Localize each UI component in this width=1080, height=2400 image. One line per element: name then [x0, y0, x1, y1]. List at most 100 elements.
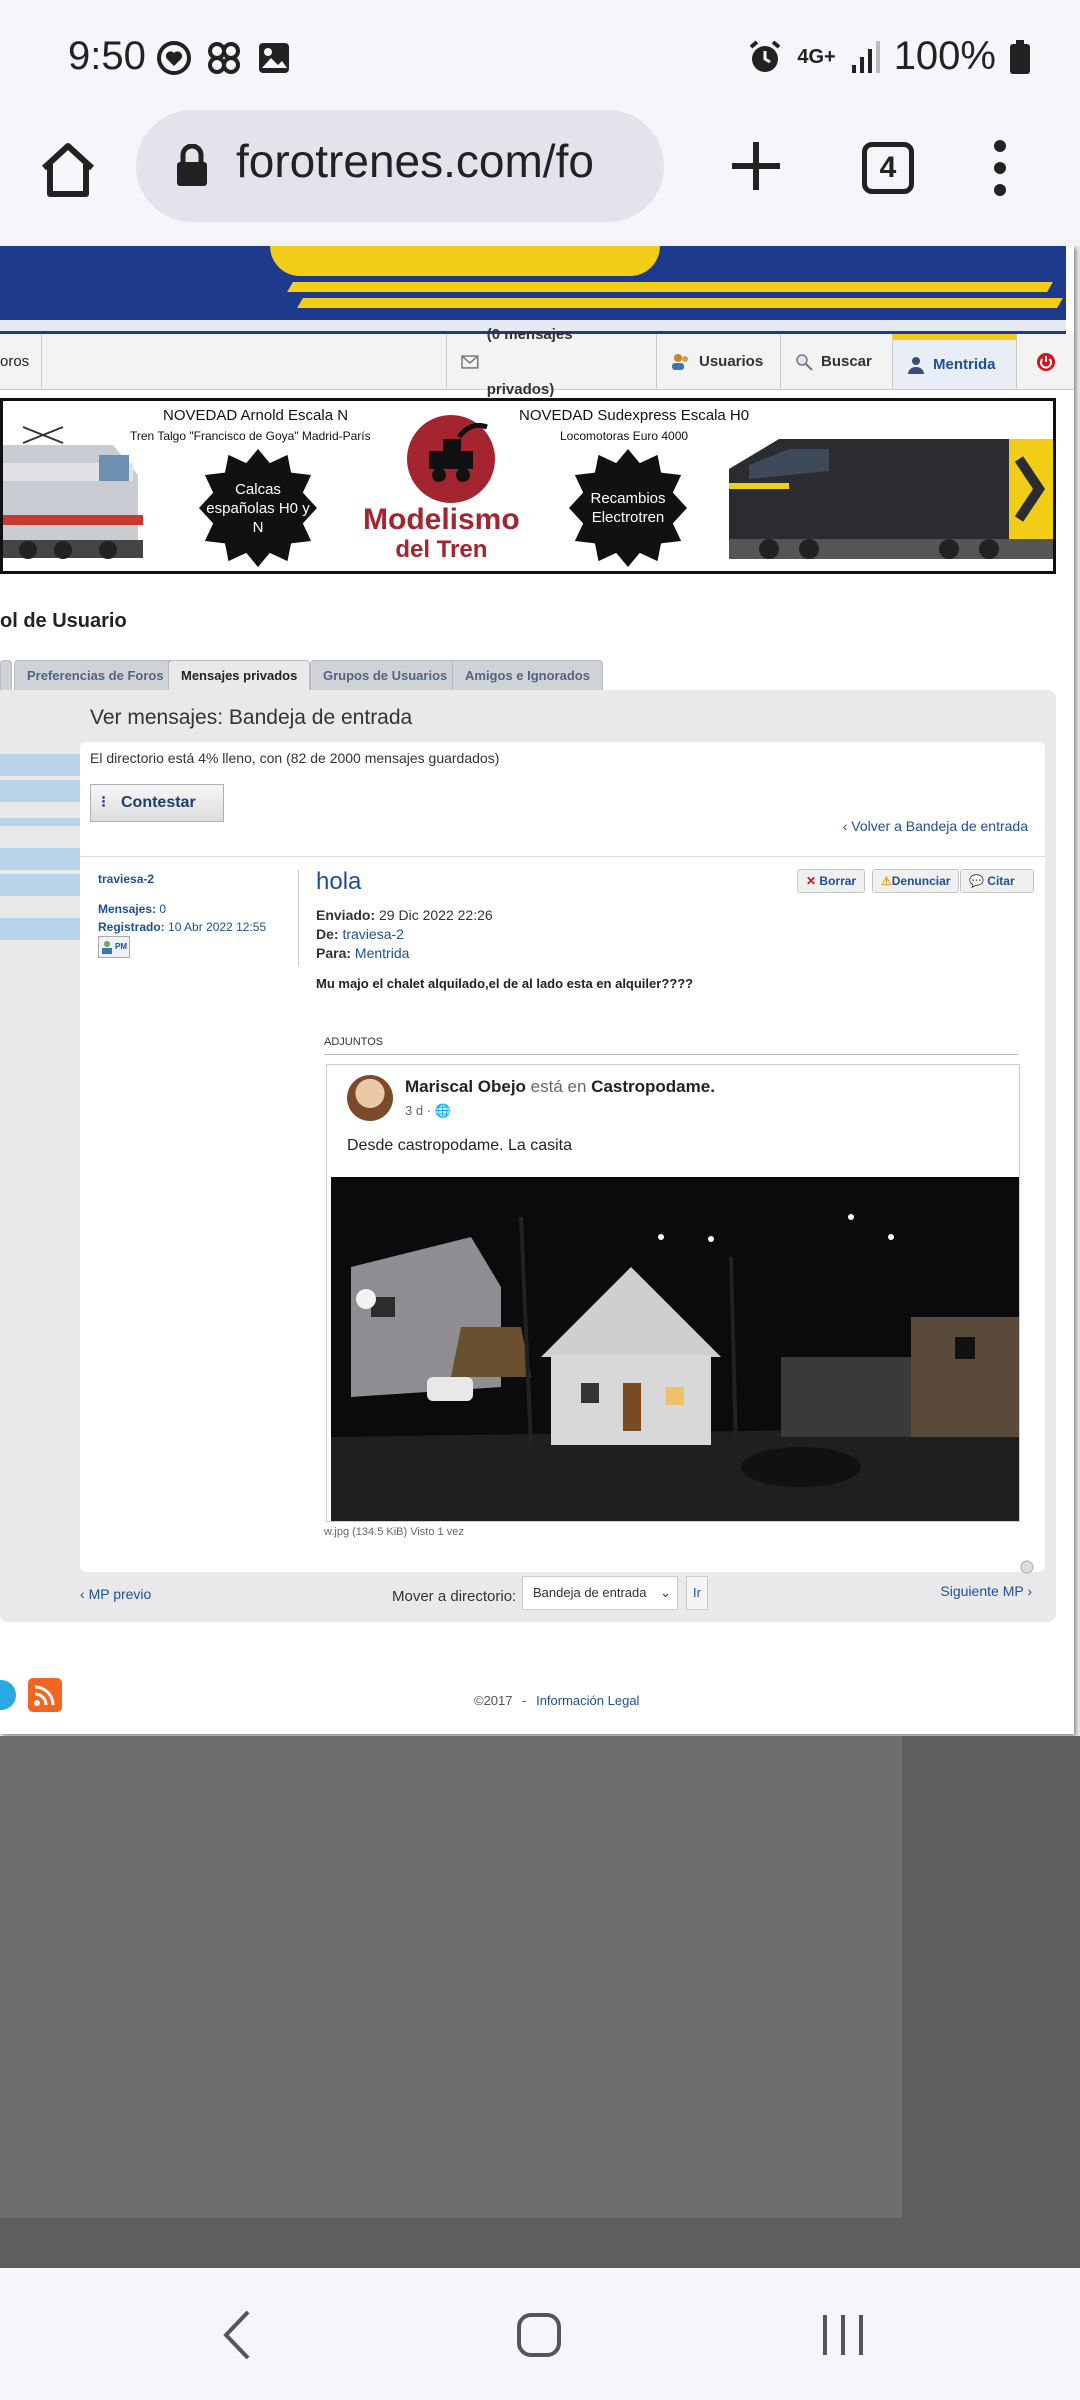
ad-badge-calcas: Calcas españolas H0 y N: [199, 449, 317, 567]
home-icon[interactable]: [36, 138, 100, 202]
tab-overview[interactable]: [0, 660, 12, 690]
modelismo-brand: Modelismo del Tren: [363, 505, 520, 565]
home-nav-icon[interactable]: [516, 2312, 562, 2358]
battery-percent: 100%: [893, 34, 996, 78]
ad-banner[interactable]: NOVEDAD Arnold Escala N Tren Talgo "Fran…: [0, 398, 1056, 574]
status-left-icons: [156, 40, 292, 76]
tab-switcher-button[interactable]: 4: [862, 142, 914, 194]
recent-apps-icon[interactable]: [820, 2312, 866, 2358]
report-button[interactable]: ⚠Denunciar: [872, 869, 960, 893]
sidebar-menu-item[interactable]: [0, 848, 80, 870]
nav-user-profile[interactable]: Mentrida: [892, 334, 1016, 389]
registered-date: 10 Abr 2022 12:55: [168, 920, 267, 934]
new-tab-icon[interactable]: [720, 130, 792, 202]
image-icon: [259, 43, 289, 73]
folder-select[interactable]: Bandeja de entrada ⌄: [522, 1576, 678, 1610]
signal-icon: [851, 40, 880, 73]
twitter-icon[interactable]: [0, 1680, 16, 1710]
sidebar-menu-item[interactable]: [0, 818, 80, 826]
browser-toolbar: forotrenes.com/fo 4: [0, 110, 1080, 240]
from-label: De:: [316, 926, 339, 942]
sidebar-menu-item[interactable]: [0, 918, 80, 940]
lock-icon: [177, 144, 207, 186]
next-message-link[interactable]: Siguiente MP ›: [940, 1583, 1032, 1599]
battery-icon: [1010, 39, 1030, 74]
globe-icon: 🌐: [434, 1103, 451, 1118]
directory-usage: El directorio está 4% lleno, con (82 de …: [90, 750, 500, 766]
delete-icon: ✕: [806, 874, 817, 888]
ad-text-3: NOVEDAD Sudexpress Escala H0: [519, 407, 750, 424]
heart-icon: [157, 41, 191, 75]
electric-locomotive-image: [3, 426, 143, 559]
nav-private-messages[interactable]: (0 mensajes privados): [446, 326, 656, 398]
nav-logout[interactable]: [1016, 334, 1074, 389]
network-type: 4G+: [797, 45, 836, 68]
author-link[interactable]: traviesa-2: [98, 872, 154, 886]
previous-message-link[interactable]: ‹ MP previo: [80, 1586, 151, 1602]
web-viewport: oros (0 mensajes privados) Usuarios Busc…: [0, 246, 1080, 1736]
to-user-link[interactable]: Mentrida: [355, 945, 409, 961]
alarm-icon: [750, 39, 781, 72]
nav-label: Buscar: [821, 353, 872, 370]
registered-label: Registrado:: [98, 920, 165, 934]
prev-label: MP previo: [88, 1586, 152, 1602]
next-label: Siguiente MP: [940, 1583, 1024, 1599]
go-button[interactable]: Ir: [686, 1576, 708, 1610]
diesel-locomotive-image: [729, 439, 1053, 559]
column-divider: [298, 870, 299, 966]
message-meta: Enviado: 29 Dic 2022 22:26 De: traviesa-…: [316, 906, 493, 963]
sidebar-menu-item[interactable]: [0, 754, 80, 776]
user-icon: [908, 356, 924, 374]
fb-time-text: 3 d ·: [405, 1103, 432, 1118]
nav-search[interactable]: Buscar: [780, 334, 892, 389]
warning-icon: ⚠: [881, 874, 892, 888]
quote-button[interactable]: 💬 Citar: [960, 869, 1034, 893]
quote-icon: 💬: [969, 874, 984, 888]
sidebar-menu-item[interactable]: [0, 874, 80, 896]
folder-select-value: Bandeja de entrada: [533, 1585, 647, 1600]
address-bar[interactable]: forotrenes.com/fo: [136, 110, 664, 222]
sidebar-menu-item[interactable]: [0, 780, 80, 802]
attachment-image[interactable]: Mariscal Obejo está en Castropodame. 3 d…: [326, 1064, 1020, 1522]
from-user-link[interactable]: traviesa-2: [342, 926, 403, 942]
nav-users[interactable]: Usuarios: [656, 334, 780, 389]
footer-separator: -: [522, 1693, 527, 1708]
message-subject: hola: [316, 868, 362, 895]
nav-label: Mentrida: [933, 356, 996, 373]
attachments-label: ADJUNTOS: [324, 1036, 384, 1048]
tab-forum-preferences[interactable]: Preferencias de Foros: [14, 660, 177, 690]
fb-post-text: Desde castropodame. La casita: [347, 1137, 573, 1154]
rss-icon[interactable]: [28, 1678, 62, 1712]
ad-text-1: NOVEDAD Arnold Escala N: [163, 407, 349, 424]
back-to-inbox-link[interactable]: ‹ Volver a Bandeja de entrada: [843, 818, 1028, 834]
back-label: Volver a Bandeja de entrada: [851, 818, 1028, 834]
fb-place: Castropodame.: [591, 1077, 715, 1096]
tab-friends-foes[interactable]: Amigos e Ignorados: [452, 660, 603, 690]
page-overscroll-area: [0, 1736, 1080, 2268]
legal-link[interactable]: Información Legal: [536, 1693, 639, 1708]
back-icon[interactable]: [222, 2308, 252, 2362]
forum-page: oros (0 mensajes privados) Usuarios Busc…: [0, 246, 1074, 1734]
post-author-profile: traviesa-2 Mensajes: 0 Registrado: 10 Ab…: [98, 870, 266, 959]
modelismo-logo-icon: [407, 415, 495, 503]
copyright: ©2017: [474, 1693, 513, 1708]
tab-user-groups[interactable]: Grupos de Usuarios: [310, 660, 461, 690]
fb-verb: está en: [530, 1077, 587, 1096]
nav-foros-link[interactable]: oros: [0, 334, 42, 389]
delete-button[interactable]: ✕ Borrar: [797, 869, 866, 893]
night-house-photo: [331, 1177, 1019, 1521]
page-title: ol de Usuario: [0, 610, 127, 632]
back-to-top-icon[interactable]: [1020, 1560, 1034, 1574]
pm-user-icon: [102, 941, 112, 954]
send-pm-button[interactable]: PM: [98, 936, 130, 958]
quote-label: Citar: [987, 874, 1015, 888]
fb-author: Mariscal Obejo: [405, 1077, 526, 1096]
reply-button[interactable]: Contestar: [90, 784, 224, 822]
nav-label: Usuarios: [699, 353, 764, 370]
chevron-down-icon: ⌄: [660, 1585, 671, 1600]
system-navigation-bar: [0, 2268, 1080, 2400]
ad-badge-recambios: Recambios Electrotren: [569, 449, 687, 567]
tab-private-messages[interactable]: Mensajes privados: [168, 660, 311, 690]
more-menu-icon[interactable]: [988, 138, 1012, 198]
message-body: Mu majo el chalet alquilado,el de al lad…: [316, 976, 694, 991]
